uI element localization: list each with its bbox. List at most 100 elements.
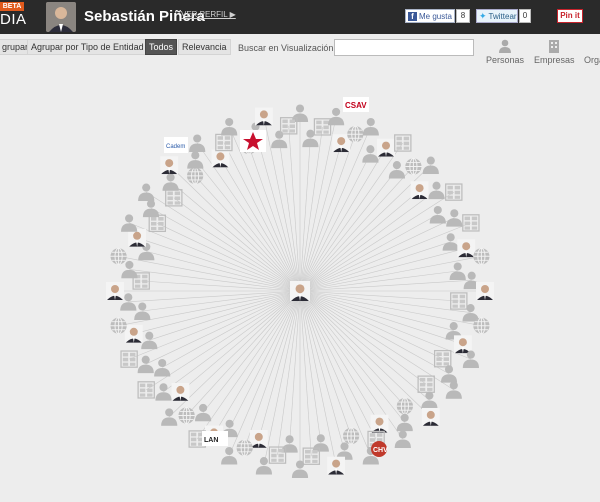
person-node-icon[interactable] (141, 331, 158, 350)
person-node-icon[interactable] (421, 391, 438, 410)
globe-node-icon[interactable] (342, 427, 360, 445)
edge-line (299, 290, 472, 360)
edge-line (277, 290, 301, 456)
twitter-bird-icon: ✦ (479, 10, 487, 21)
person-photo-node-icon[interactable] (370, 414, 389, 433)
globe-node-icon[interactable] (110, 247, 128, 265)
cadem-logo-text: Cadem (166, 144, 185, 150)
csav-logo[interactable]: CSAV (343, 97, 369, 112)
filter-people-label: Personas (486, 55, 525, 65)
globe-node-icon[interactable] (110, 317, 128, 335)
person-photo-node-icon[interactable] (160, 156, 179, 175)
building-node-icon[interactable] (279, 117, 298, 135)
facebook-count: 8 (456, 9, 470, 23)
avatar[interactable] (46, 2, 76, 32)
filter-people[interactable]: Personas (486, 39, 524, 65)
edge-line (299, 290, 372, 456)
person-photo-node-icon[interactable] (476, 282, 494, 300)
edge-line (299, 270, 458, 292)
edge-line (145, 290, 301, 365)
edge-line (142, 290, 301, 312)
person-photo-node-icon[interactable] (249, 429, 268, 448)
edge-line (289, 290, 301, 444)
edge-line (299, 126, 323, 292)
globe-node-icon[interactable] (472, 317, 490, 335)
person-photo-node-icon[interactable] (453, 335, 472, 354)
twitter-button[interactable]: ✦ Twittear (476, 9, 518, 23)
person-photo-node-icon[interactable] (332, 134, 351, 153)
person-node-icon[interactable] (312, 434, 329, 452)
relevance-button[interactable]: Relevancia (178, 39, 231, 55)
person-node-icon[interactable] (281, 435, 298, 453)
edge-line (278, 139, 301, 292)
person-node-icon[interactable] (440, 365, 458, 383)
globe-node-icon[interactable] (404, 157, 422, 176)
person-node-icon[interactable] (445, 381, 462, 399)
edge-line (299, 153, 371, 292)
person-node-icon[interactable] (161, 408, 178, 426)
globe-node-icon[interactable] (472, 247, 490, 265)
all-button[interactable]: Todos (145, 39, 178, 55)
cadem-logo[interactable]: Cadem (164, 137, 188, 153)
edge-line (299, 290, 443, 359)
person-photo-node-icon[interactable] (421, 407, 440, 426)
person-node-icon[interactable] (291, 460, 309, 478)
edge-line (129, 269, 301, 292)
brand-logo[interactable]: DIA (0, 11, 27, 28)
edge-line (128, 222, 301, 292)
pinterest-button[interactable]: Pin it (557, 9, 583, 23)
facebook-icon: f (408, 11, 417, 21)
filter-companies[interactable]: Empresas (534, 39, 575, 65)
facebook-like-button[interactable]: f Me gusta (405, 9, 455, 23)
csav-logo-text: CSAV (345, 101, 367, 110)
edge-line (168, 164, 301, 292)
globe-node-icon[interactable] (186, 167, 204, 185)
edge-line (299, 290, 377, 440)
view-profile-link[interactable]: VER PERFIL ▶ (181, 10, 236, 19)
edge-line (288, 125, 301, 292)
person-icon (499, 39, 512, 53)
person-photo-node-icon[interactable] (254, 107, 273, 126)
filter-organizations[interactable]: Orga (584, 39, 600, 65)
globe-node-icon[interactable] (396, 397, 414, 415)
person-photo-node-icon[interactable] (457, 239, 476, 258)
person-node-icon[interactable] (195, 403, 212, 422)
chv-logo[interactable]: CHV (371, 441, 388, 457)
building-icon (549, 40, 560, 53)
toolbar: grupar Agrupar por Tipo de Entidad Todos… (0, 34, 600, 66)
center-node-photo[interactable] (290, 281, 310, 301)
person-photo-node-icon[interactable] (124, 324, 143, 343)
edge-line (299, 290, 312, 457)
edge-line (299, 279, 472, 292)
person-photo-node-icon[interactable] (211, 149, 230, 168)
person-photo-node-icon[interactable] (377, 138, 395, 157)
renovacion-nacional-logo[interactable] (240, 130, 266, 152)
lan-logo[interactable]: LAN (202, 431, 228, 446)
person-node-icon[interactable] (134, 302, 151, 320)
edge-line (223, 142, 301, 292)
person-node-icon[interactable] (155, 383, 172, 401)
person-node-icon[interactable] (221, 446, 238, 465)
person-node-icon[interactable] (154, 358, 171, 377)
filter-organizations-label: Orga (584, 55, 600, 65)
person-node-icon[interactable] (396, 413, 413, 432)
group-by-entity-type-button[interactable]: Agrupar por Tipo de Entidad (27, 39, 148, 55)
filter-companies-label: Empresas (534, 55, 575, 65)
edge-line (299, 217, 455, 292)
facebook-like-label: Me gusta (419, 11, 452, 21)
chv-logo-text: CHV (373, 447, 388, 454)
globe-node-icon[interactable] (346, 125, 364, 143)
edge-line (299, 290, 471, 313)
globe-node-icon[interactable] (236, 439, 254, 457)
top-bar: BETA DIA Sebastián Piñera VER PERFIL ▶ f… (0, 0, 600, 34)
person-node-icon[interactable] (137, 355, 154, 374)
person-photo-node-icon[interactable] (410, 181, 429, 200)
person-photo-node-icon[interactable] (106, 282, 124, 300)
edge-line (141, 280, 301, 292)
search-input[interactable] (334, 39, 474, 56)
person-photo-node-icon[interactable] (171, 382, 190, 401)
globe-node-icon[interactable] (178, 406, 196, 425)
person-node-icon[interactable] (394, 430, 411, 448)
person-photo-node-icon[interactable] (327, 456, 346, 475)
portrait-icon (46, 2, 76, 32)
